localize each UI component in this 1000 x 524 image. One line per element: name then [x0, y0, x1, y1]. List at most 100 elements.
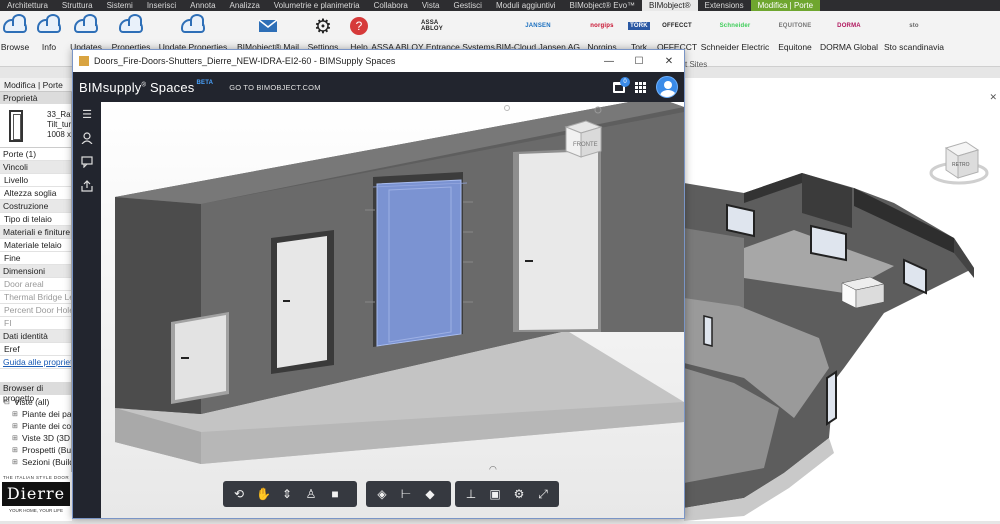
prop-row[interactable]: Thermal Bridge Len [0, 291, 71, 304]
schneider-label: Schneider Electric [700, 42, 770, 52]
browser-title: Browser di progetto - [0, 382, 71, 403]
side-nav: ☰ [73, 102, 101, 518]
revit-viewcube-label[interactable]: RETRO [952, 162, 970, 168]
scene-viewcube-label[interactable]: FRONTE [573, 142, 598, 148]
avatar[interactable] [656, 76, 678, 98]
equitone-label: Equitone [778, 42, 812, 52]
prop-group[interactable]: Dimensioni [0, 265, 71, 278]
object-toolbar: ◈ ⊢ ◆ [366, 481, 451, 507]
tab-annota[interactable]: Annota [183, 0, 222, 11]
pan-icon[interactable]: ✋ [256, 487, 271, 501]
prop-row[interactable]: Materiale telaio [0, 239, 71, 252]
logo-tagline: THE ITALIAN STYLE DOOR [3, 475, 69, 480]
apps-grid-icon[interactable] [635, 81, 646, 93]
tab-struttura[interactable]: Struttura [55, 0, 100, 11]
cloud-icon [119, 14, 143, 33]
cube-icon[interactable]: ◆ [423, 487, 437, 501]
prop-row[interactable]: Fine [0, 252, 71, 265]
tree-item[interactable]: Sezioni (Build [0, 457, 71, 469]
instance-filter[interactable]: Porte (1) [0, 148, 71, 161]
revit-3d-view[interactable]: ✕ RETRO [684, 78, 1000, 521]
browse-button[interactable]: Browse [0, 14, 30, 61]
prop-row[interactable]: FI [0, 317, 71, 330]
tab-sistemi[interactable]: Sistemi [100, 0, 140, 11]
save-icon[interactable]: ▣ [488, 487, 502, 501]
tab-extensions[interactable]: Extensions [698, 0, 751, 11]
tab-bimobject[interactable]: BIMobject® [642, 0, 698, 11]
prop-row[interactable]: Altezza soglia [0, 187, 71, 200]
camera-icon[interactable]: ■ [328, 487, 342, 501]
3d-scene[interactable]: FRONTE ◠ ⟲ ✋ ⇕ ♙ ■ ◈ ⊢ ◆ ⊥ ▣ ⚙ ⤢ [101, 102, 684, 518]
updown-icon[interactable]: ⇕ [280, 487, 294, 501]
export-icon[interactable] [73, 174, 101, 198]
ribbon-group-label: t Sites [685, 60, 708, 69]
tab-vista[interactable]: Vista [415, 0, 447, 11]
hierarchy-icon[interactable]: ⊥ [464, 487, 478, 501]
orbit-icon[interactable]: ⟲ [232, 487, 246, 501]
browse-label: Browse [0, 42, 30, 52]
walk-icon[interactable]: ♙ [304, 487, 318, 501]
app-header: BIMsupply® Spaces BETA GO TO BIMOBJECT.CO… [73, 72, 684, 102]
tree-item[interactable]: Prospetti (Buil [0, 445, 71, 457]
tab-collabora[interactable]: Collabora [367, 0, 415, 11]
schneider-button[interactable]: Schneider Schneider Electric [700, 15, 770, 61]
settings-icon[interactable]: ⚙ [512, 487, 526, 501]
building-model: RETRO [684, 141, 989, 521]
prop-row[interactable]: Livello [0, 174, 71, 187]
context-bar: Modifica | Porte [0, 78, 72, 92]
type-name: 33_Rat Tilt_tur 1008 x [47, 110, 72, 139]
tab-volumetrie[interactable]: Volumetrie e planimetria [267, 0, 367, 11]
sto-button[interactable]: sto Sto scandinavia [884, 15, 944, 61]
cloud-icon [74, 14, 98, 33]
menu-icon[interactable]: ☰ [73, 102, 101, 126]
logo-subline: YOUR HOME, YOUR LIFE [9, 508, 63, 513]
goto-bimobject-link[interactable]: GO TO BIMOBJECT.COM [229, 83, 320, 92]
prop-group[interactable]: Vincoli [0, 161, 71, 174]
tab-gestisci[interactable]: Gestisci [447, 0, 489, 11]
tree-item[interactable]: Piante dei co [0, 421, 71, 433]
chat-icon[interactable] [73, 150, 101, 174]
tree-item[interactable]: Piante dei pa [0, 409, 71, 421]
type-selector[interactable]: 33_Rat Tilt_tur 1008 x [0, 104, 71, 148]
measure-icon[interactable]: ⊢ [399, 487, 413, 501]
tree-item[interactable]: Viste 3D (3D [0, 433, 71, 445]
gear-icon: ⚙ [314, 15, 332, 38]
cursor-icon: ◠ [489, 465, 497, 475]
tab-moduli-aggiuntivi[interactable]: Moduli aggiuntivi [489, 0, 563, 11]
tab-bimobject-evo[interactable]: BIMobject® Evo™ [563, 0, 642, 11]
equitone-button[interactable]: EQUITONE Equitone [776, 15, 814, 61]
close-button[interactable]: ✕ [654, 56, 684, 67]
logo-name: Dierre [2, 482, 70, 506]
dorma-logo: DORMA [837, 23, 861, 29]
prop-row[interactable]: Eref [0, 343, 71, 356]
tab-analizza[interactable]: Analizza [223, 0, 267, 11]
dorma-button[interactable]: DORMA DORMA Global [820, 15, 878, 61]
window-titlebar[interactable]: Doors_Fire-Doors-Shutters_Dierre_NEW-IDR… [73, 50, 684, 72]
minimize-button[interactable]: — [594, 56, 624, 67]
dierre-logo: THE ITALIAN STYLE DOOR Dierre YOUR HOME,… [0, 472, 72, 521]
prop-row[interactable]: Door areal [0, 278, 71, 291]
door-wall-model: FRONTE ◠ [115, 102, 684, 475]
mail-icon [258, 19, 278, 32]
view-close-icon[interactable]: ✕ [989, 92, 997, 103]
properties-help-link[interactable]: Guida alle proprietà [0, 356, 71, 369]
add-object-icon[interactable]: ◈ [375, 487, 389, 501]
cart-icon[interactable]: 0 [613, 76, 630, 93]
cloud-icon [181, 14, 205, 33]
tab-inserisci[interactable]: Inserisci [140, 0, 183, 11]
notification-badge: 0 [620, 76, 630, 87]
prop-group[interactable]: Costruzione [0, 200, 71, 213]
prop-group[interactable]: Dati identità [0, 330, 71, 343]
prop-group[interactable]: Materiali e finiture [0, 226, 71, 239]
info-label: Info [41, 42, 57, 52]
tree-root-views[interactable]: Viste (all) [4, 397, 71, 409]
user-icon[interactable] [73, 126, 101, 150]
prop-row[interactable]: Percent Door Hole [0, 304, 71, 317]
ribbon-tab-bar: Architettura Struttura Sistemi Inserisci… [0, 0, 1000, 11]
tab-architettura[interactable]: Architettura [0, 0, 55, 11]
prop-row[interactable]: Tipo di telaio [0, 213, 71, 226]
tab-modifica-porte[interactable]: Modifica | Porte [750, 0, 821, 11]
info-button[interactable]: Info [37, 14, 61, 61]
expand-icon[interactable]: ⤢ [536, 487, 550, 502]
maximize-button[interactable]: ☐ [624, 56, 654, 67]
